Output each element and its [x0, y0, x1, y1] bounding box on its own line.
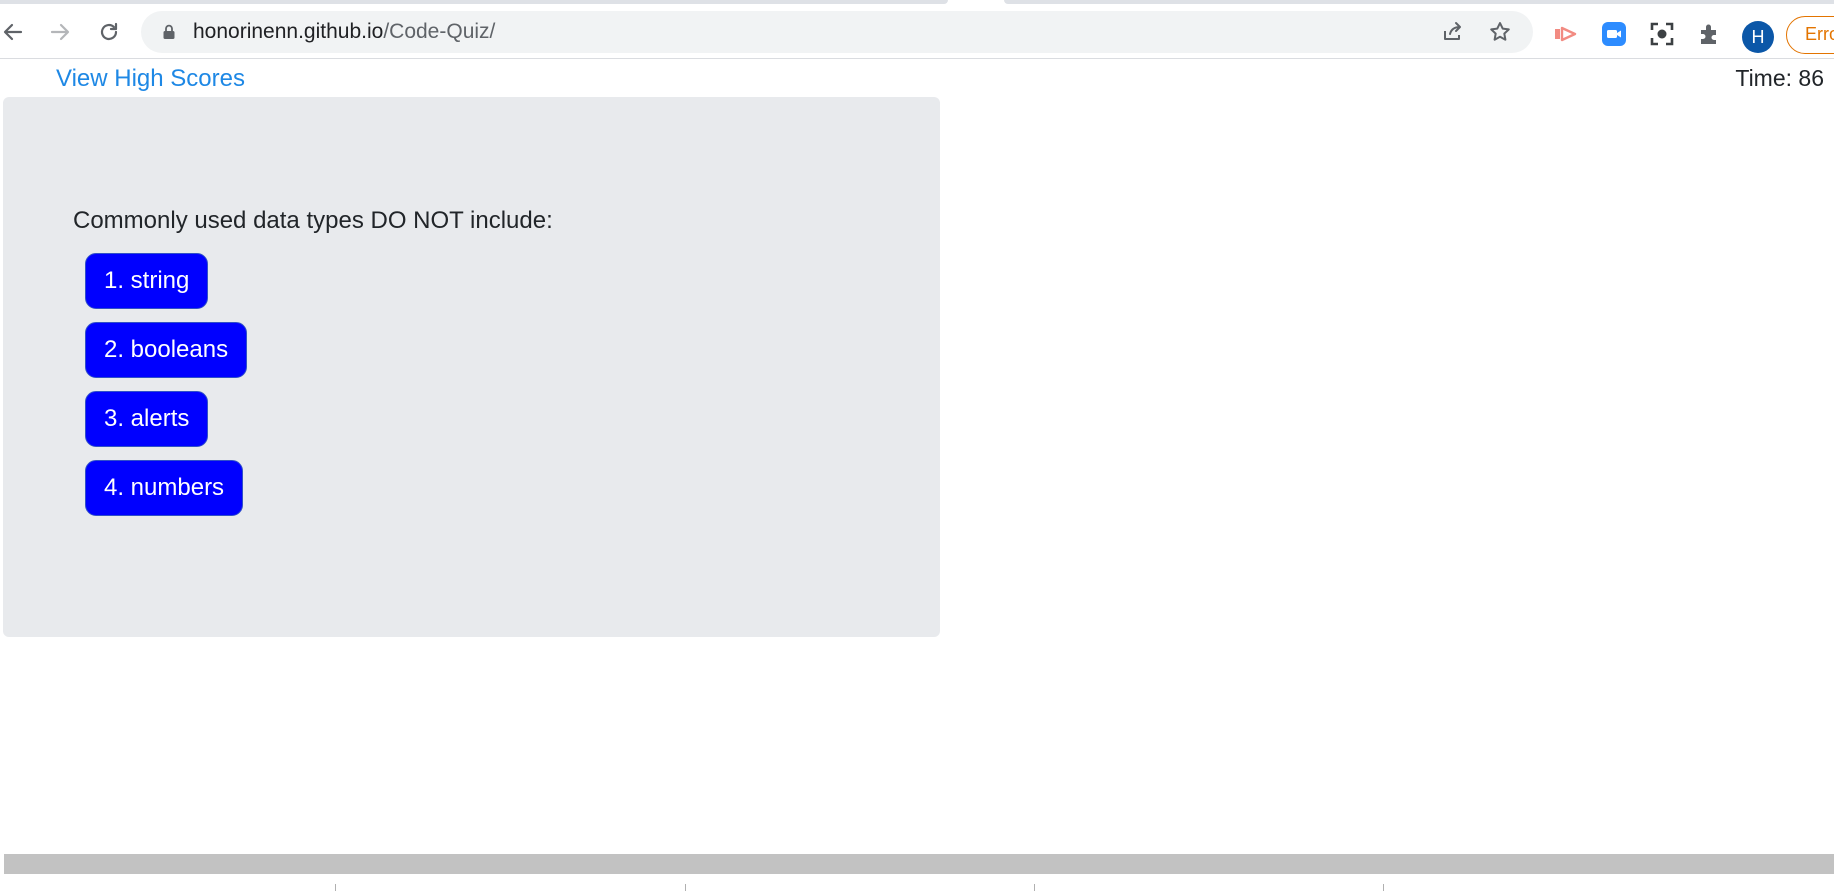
- horizontal-scrollbar[interactable]: [4, 854, 1834, 874]
- choice-button-3[interactable]: 3. alerts: [85, 391, 209, 447]
- forward-button[interactable]: [41, 13, 79, 51]
- ruler-tick: [1383, 884, 1384, 891]
- zoom-extension-icon: [1602, 22, 1626, 46]
- address-bar[interactable]: honorinenn.github.io/Code-Quiz/: [141, 11, 1533, 53]
- url-text[interactable]: honorinenn.github.io/Code-Quiz/: [193, 11, 495, 53]
- choices-list: 1. string 2. booleans 3. alerts 4. numbe…: [85, 253, 248, 516]
- tab-left[interactable]: [0, 0, 948, 4]
- cast-extension-button[interactable]: [1553, 21, 1579, 47]
- question-text: Commonly used data types DO NOT include:: [73, 207, 553, 234]
- forward-arrow-icon: [50, 23, 70, 41]
- back-button[interactable]: [0, 13, 32, 51]
- tab-right[interactable]: [1004, 0, 1834, 4]
- timer-display: Time: 86: [1735, 65, 1824, 91]
- profile-avatar[interactable]: H: [1742, 21, 1774, 53]
- screenshot-extension-button[interactable]: [1649, 21, 1675, 47]
- cast-extension-icon: [1555, 26, 1577, 42]
- error-chip[interactable]: Erro: [1786, 16, 1834, 54]
- ruler-tick: [685, 884, 686, 891]
- star-icon[interactable]: [1488, 20, 1512, 44]
- view-high-scores-link[interactable]: View High Scores: [56, 65, 245, 93]
- reload-button[interactable]: [90, 13, 128, 51]
- ruler-ticks: [0, 884, 1834, 892]
- page-content: View High Scores Time: 86 Commonly used …: [0, 59, 1834, 851]
- back-arrow-icon: [3, 23, 23, 41]
- screenshot-extension-icon: [1650, 22, 1674, 46]
- extensions-button[interactable]: [1697, 21, 1723, 47]
- url-host: honorinenn.github.io: [193, 20, 384, 43]
- lock-icon[interactable]: [160, 23, 178, 41]
- zoom-extension-button[interactable]: [1601, 21, 1627, 47]
- choice-button-1[interactable]: 1. string: [85, 253, 209, 309]
- ruler-tick: [335, 884, 336, 891]
- ruler-tick: [1034, 884, 1035, 891]
- choice-button-2[interactable]: 2. booleans: [85, 322, 248, 378]
- url-path: /Code-Quiz/: [383, 20, 496, 43]
- reload-icon: [100, 22, 118, 41]
- choice-button-4[interactable]: 4. numbers: [85, 460, 244, 516]
- browser-toolbar: honorinenn.github.io/Code-Quiz/ H Erro: [0, 6, 1834, 59]
- quiz-card: Commonly used data types DO NOT include:…: [3, 97, 940, 637]
- share-icon[interactable]: [1441, 20, 1465, 44]
- puzzle-extensions-icon: [1701, 24, 1716, 44]
